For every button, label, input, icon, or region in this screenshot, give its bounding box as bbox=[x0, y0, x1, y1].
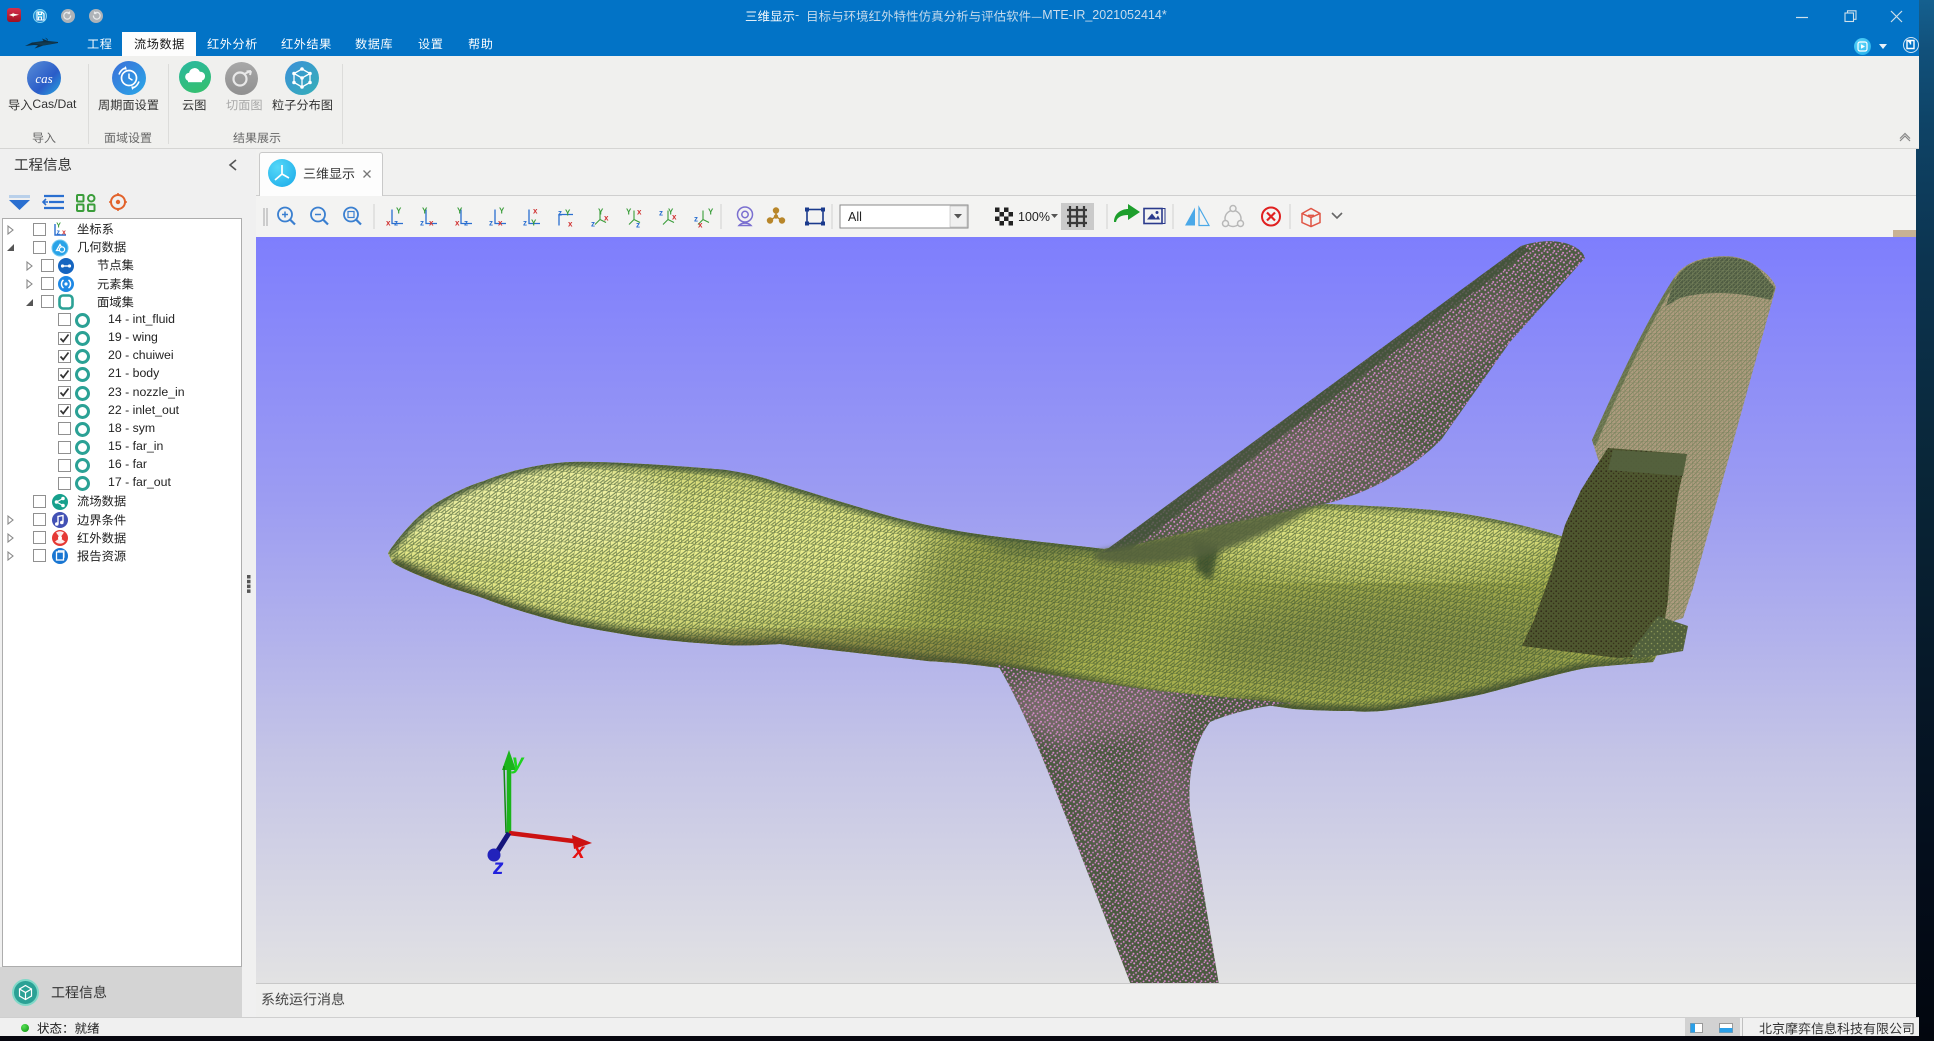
svg-text:cas: cas bbox=[35, 71, 52, 86]
svg-text:x: x bbox=[572, 840, 586, 863]
svg-text:y: y bbox=[511, 751, 525, 774]
svg-text:z: z bbox=[492, 856, 504, 879]
